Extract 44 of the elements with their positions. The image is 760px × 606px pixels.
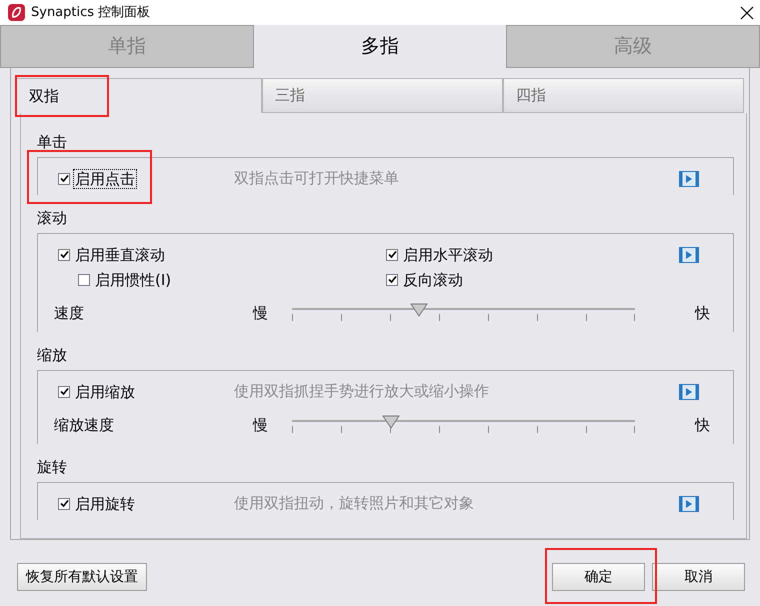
- tab[interactable]: 双指: [16, 78, 262, 113]
- checkbox[interactable]: [78, 274, 90, 286]
- slider-label: 速度: [54, 302, 85, 324]
- slider-label: 缩放速度: [54, 414, 115, 436]
- slider-min-label: 慢: [253, 414, 269, 436]
- section-title: 旋转: [37, 457, 68, 478]
- video-icon[interactable]: [679, 496, 699, 512]
- app-logo-icon: [8, 4, 25, 21]
- checkbox-label[interactable]: 启用缩放: [74, 382, 136, 400]
- description: 双指点击可打开快捷菜单: [234, 168, 400, 190]
- video-icon[interactable]: [679, 384, 699, 400]
- checkbox[interactable]: [58, 386, 70, 398]
- close-icon[interactable]: [740, 6, 754, 20]
- action-button[interactable]: 恢复所有默认设置: [17, 563, 147, 591]
- checkbox[interactable]: [386, 274, 398, 286]
- checkbox-label[interactable]: 反向滚动: [402, 270, 464, 288]
- slider-min-label: 慢: [253, 302, 269, 324]
- checkbox[interactable]: [58, 498, 70, 510]
- checkbox-label[interactable]: 启用点击: [74, 170, 136, 188]
- description: 使用双指扭动，旋转照片和其它对象: [234, 493, 475, 514]
- checkbox[interactable]: [386, 248, 398, 260]
- section-title: 滚动: [37, 208, 68, 229]
- slider-track[interactable]: [292, 415, 635, 435]
- checkbox-label[interactable]: 启用水平滚动: [402, 246, 494, 264]
- checkbox-label[interactable]: 启用垂直滚动: [74, 246, 166, 264]
- slider-max-label: 快: [695, 414, 710, 436]
- section-title: 缩放: [37, 345, 68, 366]
- checkbox[interactable]: [58, 172, 70, 184]
- slider-thumb[interactable]: [382, 415, 400, 429]
- video-icon[interactable]: [679, 246, 699, 262]
- video-icon[interactable]: [679, 170, 699, 186]
- window-title: Synaptics 控制面板: [31, 4, 152, 22]
- slider-max-label: 快: [695, 302, 710, 324]
- checkbox-label[interactable]: 启用惯性(I): [94, 270, 172, 288]
- checkbox[interactable]: [58, 248, 70, 260]
- section-title: 单击: [37, 132, 68, 153]
- tab[interactable]: 三指: [262, 78, 503, 113]
- slider-thumb[interactable]: [410, 303, 428, 317]
- tab[interactable]: 四指: [503, 78, 744, 113]
- description: 使用双指抓捏手势进行放大或缩小操作: [234, 381, 490, 402]
- checkbox-label[interactable]: 启用旋转: [74, 494, 136, 512]
- slider-track[interactable]: [292, 303, 635, 323]
- action-button[interactable]: 确定: [552, 563, 645, 591]
- action-button[interactable]: 取消: [652, 563, 745, 591]
